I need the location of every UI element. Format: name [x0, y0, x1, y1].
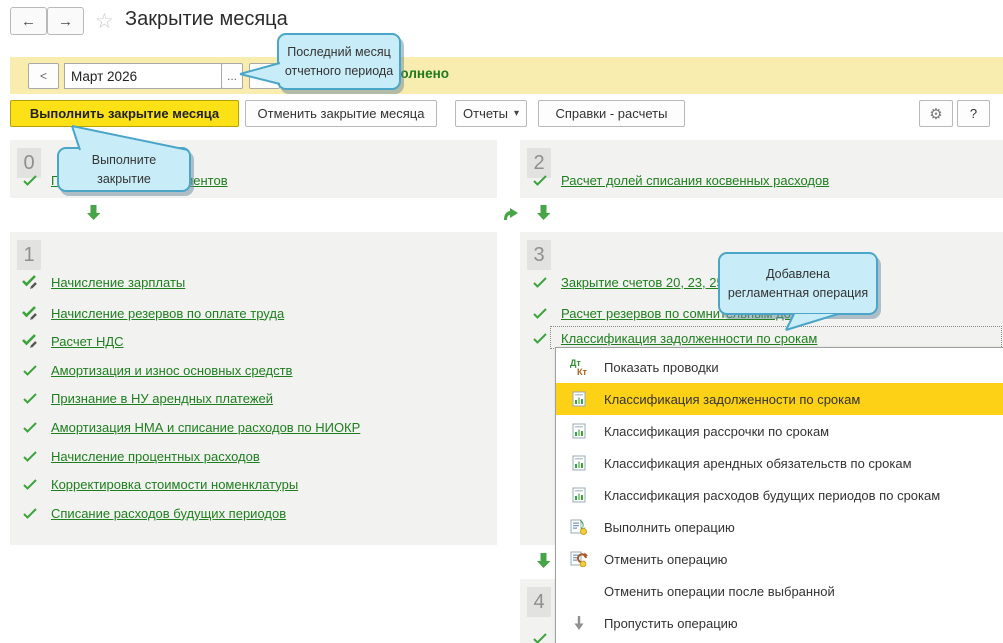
- callout-tail: [778, 312, 846, 334]
- dt-kt-postings-icon: ДтКт: [568, 357, 590, 377]
- operation-row: Закрытие счетов 20, 23, 25, 26: [532, 272, 745, 292]
- check-icon: [22, 393, 38, 404]
- reports-dropdown-button[interactable]: Отчеты ▾: [455, 100, 527, 127]
- operation-row: Расчет долей списания косвенных расходов: [532, 170, 829, 190]
- gear-icon: ⚙: [929, 105, 942, 123]
- callout-run-hint: Выполните закрытие: [57, 147, 191, 192]
- check-edited-icon: [22, 275, 38, 289]
- menu-item-show-postings[interactable]: ДтКт Показать проводки: [556, 351, 1003, 383]
- run-closing-button[interactable]: Выполнить закрытие месяца: [10, 100, 239, 127]
- operation-row: Расчет НДС: [22, 331, 124, 351]
- operation-link[interactable]: Амортизация и износ основных средств: [51, 363, 292, 378]
- operation-link[interactable]: Признание в НУ арендных платежей: [51, 391, 273, 406]
- check-icon: [532, 175, 548, 186]
- operation-row: Признание в НУ арендных платежей: [22, 388, 273, 408]
- check-icon: [532, 333, 548, 344]
- operation-link[interactable]: Расчет НДС: [51, 334, 124, 349]
- back-arrow-icon: ←: [21, 13, 36, 30]
- operation-link[interactable]: Начисление резервов по оплате труда: [51, 306, 284, 321]
- forward-button[interactable]: →: [47, 7, 84, 35]
- check-icon: [22, 508, 38, 519]
- menu-item-report-lease-classification[interactable]: Классификация арендных обязательств по с…: [556, 447, 1003, 479]
- check-edited-icon: [22, 334, 38, 348]
- operation-link[interactable]: Начисление зарплаты: [51, 275, 185, 290]
- callout-tail: [66, 124, 196, 151]
- cancel-closing-button[interactable]: Отменить закрытие месяца: [245, 100, 437, 127]
- section-1: 1 Начисление зарплаты Начисление резерво…: [10, 232, 497, 545]
- cancel-operation-icon: [568, 551, 590, 567]
- operation-row: Амортизация НМА и списание расходов по Н…: [22, 417, 360, 437]
- menu-item-cancel-after-selected[interactable]: Отменить операции после выбранной: [556, 575, 1003, 607]
- menu-item-report-deferred-expenses-classification[interactable]: Классификация расходов будущих периодов …: [556, 479, 1003, 511]
- flow-wrap-arrow-icon: [503, 205, 519, 226]
- callout-tail: [236, 58, 282, 88]
- check-icon: [22, 451, 38, 462]
- menu-item-report-installment-classification[interactable]: Классификация рассрочки по срокам: [556, 415, 1003, 447]
- section-3-number: 3: [527, 240, 551, 270]
- back-button[interactable]: ←: [10, 7, 47, 35]
- report-icon: [568, 487, 590, 503]
- operation-link[interactable]: Корректировка стоимости номенклатуры: [51, 477, 298, 492]
- month-closing-window: ← → ☆ Закрытие месяца < ... > Выполнено …: [0, 0, 1003, 643]
- flow-down-arrow-icon: [536, 552, 551, 574]
- operation-row: Списание расходов будущих периодов: [22, 503, 286, 523]
- forward-arrow-icon: →: [58, 13, 73, 30]
- flow-down-arrow-icon: [86, 204, 101, 226]
- menu-item-cancel-operation[interactable]: Отменить операцию: [556, 543, 1003, 575]
- operation-link[interactable]: Амортизация НМА и списание расходов по Н…: [51, 420, 360, 435]
- operation-link[interactable]: Списание расходов будущих периодов: [51, 506, 286, 521]
- report-icon: [568, 423, 590, 439]
- check-icon: [532, 277, 548, 288]
- reports-label: Отчеты: [463, 106, 508, 121]
- operation-link[interactable]: Расчет долей списания косвенных расходов: [561, 173, 829, 188]
- callout-period-hint: Последний месяц отчетного периода: [277, 33, 401, 90]
- check-icon: [22, 365, 38, 376]
- operation-row: Амортизация и износ основных средств: [22, 360, 292, 380]
- menu-item-run-operation[interactable]: Выполнить операцию: [556, 511, 1003, 543]
- menu-item-skip-operation[interactable]: Пропустить операцию: [556, 607, 1003, 639]
- section-2: 2 Расчет долей списания косвенных расход…: [520, 140, 1003, 198]
- check-edited-icon: [22, 306, 38, 320]
- operation-row: Начисление резервов по оплате труда: [22, 303, 284, 323]
- operation-row: Начисление процентных расходов: [22, 446, 260, 466]
- period-input[interactable]: [64, 63, 222, 89]
- section-1-number: 1: [17, 240, 41, 270]
- selection-focus-rect: [550, 326, 1002, 349]
- context-menu: ДтКт Показать проводки Классификация зад…: [555, 347, 1003, 643]
- refs-calcs-button[interactable]: Справки - расчеты: [538, 100, 685, 127]
- page-title: Закрытие месяца: [125, 8, 288, 31]
- check-icon: [22, 422, 38, 433]
- operation-row: Начисление зарплаты: [22, 272, 185, 292]
- report-icon: [568, 391, 590, 407]
- section-4-number: 4: [527, 587, 551, 617]
- check-icon: [532, 633, 548, 643]
- flow-down-arrow-icon: [536, 204, 551, 226]
- check-icon: [22, 175, 38, 186]
- operation-row: Корректировка стоимости номенклатуры: [22, 474, 298, 494]
- favorite-star-icon[interactable]: ☆: [95, 9, 114, 34]
- menu-item-report-debt-classification[interactable]: Классификация задолженности по срокам: [556, 383, 1003, 415]
- operation-row: [532, 628, 548, 643]
- run-operation-icon: [568, 519, 590, 535]
- callout-added-operation: Добавлена регламентная операция: [718, 252, 878, 315]
- report-icon: [568, 455, 590, 471]
- help-button[interactable]: ?: [957, 100, 990, 127]
- check-icon: [22, 479, 38, 490]
- period-bar: < ... > Выполнено: [10, 57, 1003, 94]
- operation-link[interactable]: Начисление процентных расходов: [51, 449, 260, 464]
- check-icon: [532, 308, 548, 319]
- skip-operation-icon: [568, 615, 590, 631]
- settings-button[interactable]: ⚙: [919, 100, 953, 127]
- prev-month-button[interactable]: <: [28, 63, 59, 89]
- chevron-down-icon: ▾: [514, 108, 519, 119]
